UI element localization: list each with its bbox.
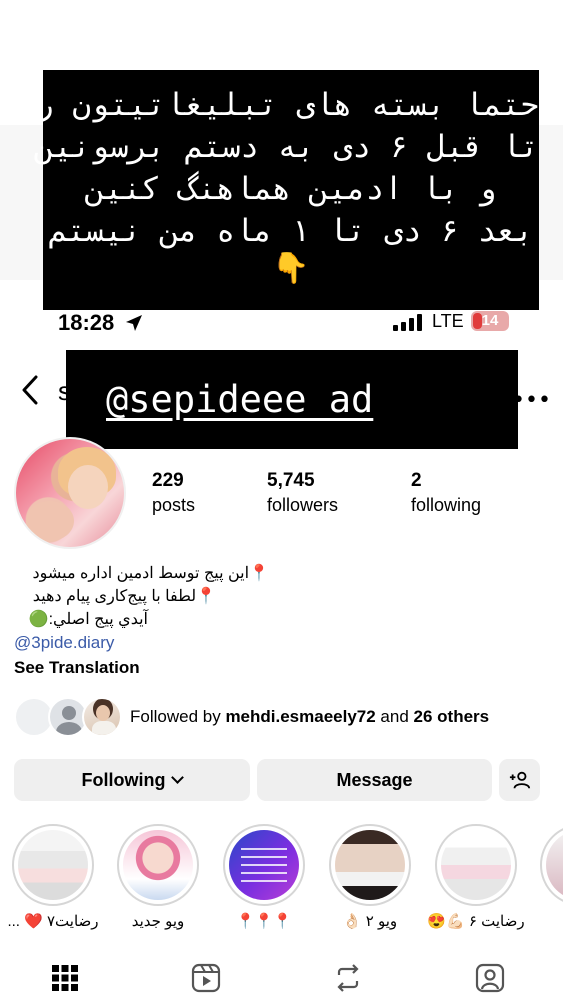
following-label: following xyxy=(411,495,482,515)
signal-icon xyxy=(393,314,422,331)
story-highlight[interactable]: رضایت ۶ 💪🏻😍 xyxy=(427,824,525,930)
followed-by-prefix: Followed by xyxy=(130,707,226,726)
add-user-icon xyxy=(509,771,530,789)
following-button[interactable]: Following xyxy=(14,759,250,801)
followed-by-middle: and xyxy=(375,707,414,726)
highlight-cover xyxy=(18,830,88,900)
story-highlight[interactable]: 📍📍📍 xyxy=(223,824,305,930)
pointing-down-emoji: 👇 xyxy=(272,251,310,286)
followed-by-row[interactable]: Followed by mehdi.esmaeely72 and 26 othe… xyxy=(14,695,554,739)
handle-overlay: @sepideee_ad xyxy=(66,350,518,449)
announcement-overlay: حتما بسته های تبلیغاتیتون رو تا قبل ۶ دی… xyxy=(16,70,539,310)
announcement-line: بعد ۶ دی تا ۱ ماه من نیستم xyxy=(48,213,534,249)
tagged-icon[interactable] xyxy=(475,963,505,993)
highlight-label: رضایت ۶ 💪🏻😍 xyxy=(427,913,525,930)
bio-line: 📍لطفا با پیج‌کاری پیام دهید xyxy=(32,588,216,605)
highlight-label: ویو ۲ 👌🏻 xyxy=(342,913,398,930)
default-user-icon xyxy=(62,706,76,720)
status-bar: 18:28 LTE 14 xyxy=(0,304,563,338)
avatar-detail xyxy=(92,721,116,735)
highlight-cover xyxy=(441,830,511,900)
highlight-ring xyxy=(117,824,199,906)
following-stat[interactable]: 2 following xyxy=(411,470,481,516)
default-user-icon xyxy=(56,722,82,735)
reels-icon[interactable] xyxy=(191,963,221,993)
posts-stat[interactable]: 229 posts xyxy=(152,470,195,516)
profile-avatar[interactable] xyxy=(14,437,126,549)
battery-icon: 14 xyxy=(471,311,509,331)
announcement-line: و با ادمین هماهنگ کنین xyxy=(85,171,497,207)
story-highlight[interactable]: ویو جدید xyxy=(117,824,199,930)
status-time: 18:28 xyxy=(58,310,115,335)
highlight-label: ویو جدید xyxy=(131,913,185,930)
highlight-ring xyxy=(540,824,563,906)
story-highlight[interactable]: 🔥 xyxy=(540,824,563,906)
see-translation-link[interactable]: See Translation xyxy=(14,655,554,681)
highlight-cover xyxy=(123,830,193,900)
highlight-cover xyxy=(335,830,405,900)
avatar-detail xyxy=(26,501,74,541)
network-type: LTE xyxy=(432,311,464,331)
highlight-label: 📍📍📍 xyxy=(235,913,293,930)
following-button-label: Following xyxy=(81,770,166,790)
back-chevron-icon[interactable] xyxy=(18,373,42,407)
followers-stat[interactable]: 5,745 followers xyxy=(267,470,338,516)
repost-icon[interactable] xyxy=(333,963,363,993)
bio-line: آيدي پيج اصلي:🟢 xyxy=(28,611,148,628)
followed-by-name: mehdi.esmaeely72 xyxy=(225,707,376,726)
profile-tab-bar xyxy=(0,955,563,1000)
story-highlight[interactable]: رضایت۷ ❤️ ... xyxy=(7,824,99,930)
story-highlight[interactable]: ویو ۲ 👌🏻 xyxy=(329,824,411,930)
battery-fill xyxy=(473,313,482,329)
followed-by-others: 26 others xyxy=(413,707,490,726)
handle-overlay-text: @sepideee_ad xyxy=(106,378,374,421)
battery-percent: 14 xyxy=(481,312,499,329)
bio-line: 📍این پیج توسط ادمین اداره میشود xyxy=(32,565,269,582)
avatar-detail xyxy=(68,465,108,509)
highlight-label: رضایت۷ ❤️ ... xyxy=(7,913,99,930)
highlight-cover xyxy=(229,830,299,900)
bio-link[interactable]: @3pide.diary xyxy=(14,631,554,654)
followers-label: followers xyxy=(267,495,339,515)
announcement-line: تا قبل ۶ دی به دستم برسونین xyxy=(35,129,539,165)
followed-by-text: Followed by mehdi.esmaeely72 and 26 othe… xyxy=(130,707,489,727)
highlight-ring xyxy=(329,824,411,906)
chevron-down-icon xyxy=(171,771,185,784)
profile-bio: 📍این پیج توسط ادمین اداره میشود 📍لطفا با… xyxy=(14,562,554,681)
grid-icon[interactable] xyxy=(50,963,80,993)
announcement-line: حتما بسته های تبلیغاتیتون رو xyxy=(16,87,539,123)
follower-avatar xyxy=(82,697,122,737)
followers-count: 5,745 xyxy=(267,470,315,491)
posts-label: posts xyxy=(152,495,196,515)
message-button-label: Message xyxy=(336,770,413,790)
avatar-detail xyxy=(96,705,110,721)
highlight-ring xyxy=(12,824,94,906)
highlight-ring xyxy=(223,824,305,906)
location-arrow-icon xyxy=(126,315,142,331)
highlight-cover xyxy=(546,830,563,900)
highlight-ring xyxy=(435,824,517,906)
message-button[interactable]: Message xyxy=(257,759,492,801)
add-user-button[interactable] xyxy=(499,759,540,801)
following-count: 2 xyxy=(411,470,422,491)
posts-count: 229 xyxy=(152,470,184,491)
